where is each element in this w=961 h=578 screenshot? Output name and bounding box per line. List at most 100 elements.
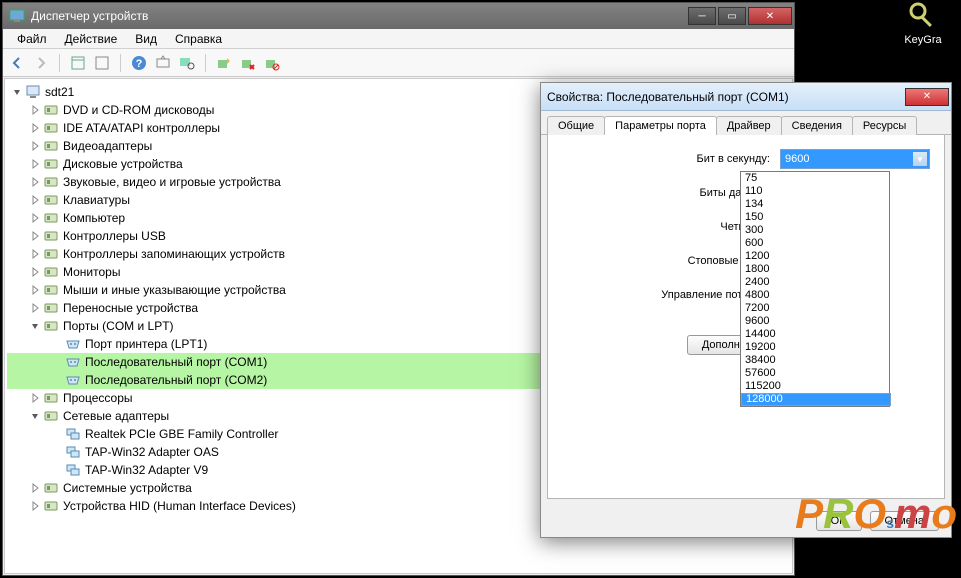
close-button[interactable]: ✕: [748, 7, 792, 25]
device-icon: [43, 390, 59, 406]
tree-twisty-icon: [51, 374, 63, 386]
tree-twisty-icon: [29, 104, 41, 116]
action-icon[interactable]: [155, 55, 171, 71]
device-icon: [43, 498, 59, 514]
tree-twisty-icon: [29, 230, 41, 242]
forward-icon[interactable]: [33, 55, 49, 71]
baud-option[interactable]: 115200: [741, 380, 889, 393]
tree-twisty-icon: [51, 446, 63, 458]
tab-driver[interactable]: Драйвер: [716, 116, 782, 135]
tab-general[interactable]: Общие: [547, 116, 605, 135]
tree-node-label: DVD и CD-ROM дисководы: [63, 103, 214, 117]
help-icon[interactable]: ?: [131, 55, 147, 71]
device-icon: [65, 372, 81, 388]
dialog-titlebar[interactable]: Свойства: Последовательный порт (COM1) ✕: [541, 83, 951, 111]
tree-node-label: Контроллеры USB: [63, 229, 166, 243]
menu-file[interactable]: Файл: [9, 30, 55, 48]
properties-icon[interactable]: [94, 55, 110, 71]
device-icon: [43, 102, 59, 118]
dialog-close-button[interactable]: ✕: [905, 88, 949, 106]
device-icon: [43, 192, 59, 208]
tree-twisty-icon: [29, 140, 41, 152]
baud-option[interactable]: 75: [741, 172, 889, 185]
baud-option[interactable]: 4800: [741, 289, 889, 302]
menu-help[interactable]: Справка: [167, 30, 230, 48]
update-driver-icon[interactable]: [216, 55, 232, 71]
device-icon: [43, 282, 59, 298]
svg-text:?: ?: [136, 58, 143, 70]
watermark: PROsmo: [795, 490, 957, 538]
baud-option[interactable]: 1800: [741, 263, 889, 276]
scan-icon[interactable]: [179, 55, 195, 71]
baud-option[interactable]: 300: [741, 224, 889, 237]
baud-option[interactable]: 57600: [741, 367, 889, 380]
tree-node-label: Переносные устройства: [63, 301, 198, 315]
baud-select[interactable]: 9600 ▼: [780, 149, 930, 169]
device-icon: [43, 120, 59, 136]
device-icon: [43, 210, 59, 226]
disable-icon[interactable]: [264, 55, 280, 71]
baud-option[interactable]: 134: [741, 198, 889, 211]
chevron-down-icon: ▼: [913, 152, 927, 166]
tree-twisty-icon: [29, 410, 41, 422]
device-icon: [65, 354, 81, 370]
tree-node-label: Клавиатуры: [63, 193, 130, 207]
tree-twisty-icon: [29, 284, 41, 296]
desktop-shortcut-label: KeyGra: [893, 34, 953, 46]
baud-option[interactable]: 1200: [741, 250, 889, 263]
baud-option[interactable]: 600: [741, 237, 889, 250]
menu-action[interactable]: Действие: [57, 30, 126, 48]
baud-option[interactable]: 2400: [741, 276, 889, 289]
device-icon: [43, 264, 59, 280]
uninstall-icon[interactable]: [240, 55, 256, 71]
tab-port-params[interactable]: Параметры порта: [604, 116, 717, 135]
tree-node-label: Процессоры: [63, 391, 133, 405]
tree-node-label: TAP-Win32 Adapter OAS: [85, 445, 219, 459]
device-icon: [43, 300, 59, 316]
baud-option[interactable]: 38400: [741, 354, 889, 367]
baud-option[interactable]: 110: [741, 185, 889, 198]
device-icon: [43, 408, 59, 424]
baud-option[interactable]: 9600: [741, 315, 889, 328]
tree-twisty-icon: [29, 248, 41, 260]
key-icon: [907, 0, 939, 32]
maximize-button[interactable]: ▭: [718, 7, 746, 25]
device-icon: [65, 462, 81, 478]
tab-resources[interactable]: Ресурсы: [852, 116, 917, 135]
tree-node-label: Устройства HID (Human Interface Devices): [63, 499, 296, 513]
device-icon: [43, 480, 59, 496]
desktop-shortcut[interactable]: KeyGra: [893, 0, 953, 46]
minimize-button[interactable]: ─: [688, 7, 716, 25]
baud-option[interactable]: 14400: [741, 328, 889, 341]
device-icon: [43, 228, 59, 244]
window-title: Диспетчер устройств: [31, 9, 148, 23]
tree-node-label: Звуковые, видео и игровые устройства: [63, 175, 281, 189]
tree-twisty-icon: [29, 500, 41, 512]
tree-twisty-icon: [51, 464, 63, 476]
back-icon[interactable]: [9, 55, 25, 71]
dialog-title: Свойства: Последовательный порт (COM1): [547, 90, 789, 104]
tree-twisty-icon: [29, 482, 41, 494]
tree-twisty-icon: [29, 212, 41, 224]
baud-option[interactable]: 7200: [741, 302, 889, 315]
show-hide-icon[interactable]: [70, 55, 86, 71]
baud-dropdown[interactable]: 7511013415030060012001800240048007200960…: [740, 171, 890, 407]
tab-details[interactable]: Сведения: [781, 116, 853, 135]
tree-node-label: IDE ATA/ATAPI контроллеры: [63, 121, 220, 135]
dialog-body: Бит в секунду: 9600 ▼ 751101341503006001…: [547, 135, 945, 499]
tree-twisty-icon: [29, 122, 41, 134]
tree-twisty-icon: [29, 320, 41, 332]
tree-node-label: Видеоадаптеры: [63, 139, 152, 153]
toolbar: ?: [3, 49, 794, 77]
properties-dialog: Свойства: Последовательный порт (COM1) ✕…: [540, 82, 952, 538]
menu-view[interactable]: Вид: [127, 30, 165, 48]
baud-option[interactable]: 150: [741, 211, 889, 224]
baud-option[interactable]: 128000: [741, 393, 891, 406]
baud-option[interactable]: 19200: [741, 341, 889, 354]
tree-twisty-icon: [29, 302, 41, 314]
tree-twisty-icon: [51, 356, 63, 368]
tree-node-label: Порты (COM и LPT): [63, 319, 174, 333]
device-icon: [43, 246, 59, 262]
tree-twisty-icon: [51, 338, 63, 350]
titlebar[interactable]: Диспетчер устройств ─ ▭ ✕: [3, 3, 794, 29]
